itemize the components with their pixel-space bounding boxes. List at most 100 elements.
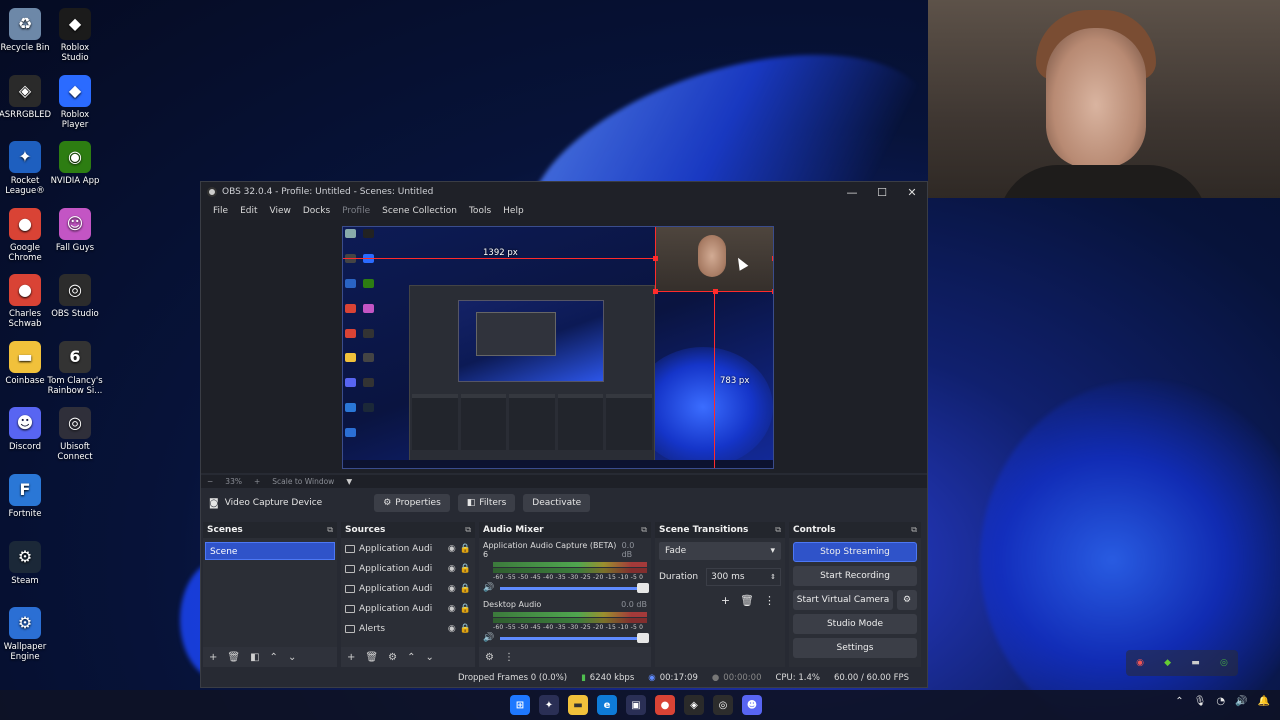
notification-bell-icon[interactable]: 🔔 xyxy=(1258,696,1270,707)
studio-mode-button[interactable]: Studio Mode xyxy=(793,614,917,634)
settings-button[interactable]: Settings xyxy=(793,638,917,658)
desktop-icon[interactable]: ● Google Chrome xyxy=(0,208,53,263)
move-up-icon[interactable]: ⌃ xyxy=(270,652,278,663)
add-icon[interactable]: + xyxy=(347,652,355,663)
lock-icon[interactable]: 🔒 xyxy=(460,604,471,614)
tray-app-icon[interactable]: ◉ xyxy=(1136,658,1144,668)
trash-icon[interactable]: 🗑 xyxy=(740,594,754,607)
close-button[interactable]: ✕ xyxy=(897,186,927,199)
desktop-icon[interactable]: ☺ Fall Guys xyxy=(47,208,103,253)
volume-slider[interactable] xyxy=(500,632,649,643)
zoom-out-button[interactable]: − xyxy=(207,477,213,486)
microphone-icon[interactable]: 🎙 xyxy=(1194,696,1207,707)
edge-icon[interactable]: e xyxy=(597,695,617,715)
discord-icon[interactable]: ☻ xyxy=(742,695,762,715)
eye-icon[interactable]: ◉ xyxy=(448,564,456,574)
lock-icon[interactable]: 🔒 xyxy=(460,544,471,554)
eye-icon[interactable]: ◉ xyxy=(448,584,456,594)
selected-source-box[interactable] xyxy=(653,227,773,294)
maximize-button[interactable]: ☐ xyxy=(867,186,897,199)
eye-icon[interactable]: ◉ xyxy=(448,544,456,554)
chevron-up-icon[interactable]: ⌃ xyxy=(1175,696,1183,707)
transition-select[interactable]: Fade ▾ xyxy=(659,542,781,560)
properties-button[interactable]: ⚙ Properties xyxy=(374,494,450,512)
menu-tools[interactable]: Tools xyxy=(463,206,497,216)
start-windows-icon[interactable]: ⊞ xyxy=(510,695,530,715)
move-down-icon[interactable]: ⌄ xyxy=(288,652,296,663)
menu-edit[interactable]: Edit xyxy=(234,206,263,216)
desktop-icon[interactable]: ♻ Recycle Bin xyxy=(0,8,53,53)
speaker-icon[interactable]: 🔊 xyxy=(483,633,494,643)
gear-icon[interactable]: ⚙ xyxy=(388,652,397,663)
desktop-icon[interactable]: F Fortnite xyxy=(0,474,53,519)
menu-help[interactable]: Help xyxy=(497,206,530,216)
desktop-icon[interactable]: 6 Tom Clancy's Rainbow Si... xyxy=(47,341,103,396)
filters-button[interactable]: ◧ Filters xyxy=(457,494,516,512)
volume-slider[interactable] xyxy=(500,582,649,593)
desktop-icon[interactable]: ◎ OBS Studio xyxy=(47,274,103,319)
duration-input[interactable]: 300 ms ⇕ xyxy=(706,568,781,586)
preview-canvas[interactable]: 1392 px 783 px xyxy=(342,226,774,469)
menu-scene-collection[interactable]: Scene Collection xyxy=(376,206,463,216)
source-item[interactable]: Application Audi ◉ 🔒 xyxy=(341,599,475,619)
undock-icon[interactable]: ⧉ xyxy=(641,525,647,535)
trash-icon[interactable]: 🗑 xyxy=(227,652,240,663)
undock-icon[interactable]: ⧉ xyxy=(911,525,917,535)
source-item[interactable]: Application Audi ◉ 🔒 xyxy=(341,559,475,579)
microsoft-store-icon[interactable]: ▣ xyxy=(626,695,646,715)
filter-icon[interactable]: ◧ xyxy=(250,652,259,663)
undock-icon[interactable]: ⧉ xyxy=(465,525,471,535)
desktop-icon[interactable]: ● Charles Schwab xyxy=(0,274,53,329)
lock-icon[interactable]: 🔒 xyxy=(460,584,471,594)
desktop-icon[interactable]: ☻ Discord xyxy=(0,407,53,452)
start-recording-button[interactable]: Start Recording xyxy=(793,566,917,586)
undock-icon[interactable]: ⧉ xyxy=(775,525,781,535)
desktop-icon[interactable]: ⚙ Steam xyxy=(0,541,53,586)
copilot-icon[interactable]: ✦ xyxy=(539,695,559,715)
menu-file[interactable]: File xyxy=(207,206,234,216)
tray-app-icon[interactable]: ◎ xyxy=(1220,658,1228,668)
move-up-icon[interactable]: ⌃ xyxy=(407,652,415,663)
obs-studio-icon[interactable]: ◎ xyxy=(713,695,733,715)
desktop-icon[interactable]: ◆ Roblox Studio xyxy=(47,8,103,63)
add-icon[interactable]: + xyxy=(721,594,730,607)
lock-icon[interactable]: 🔒 xyxy=(460,564,471,574)
desktop-icon[interactable]: ✦ Rocket League® xyxy=(0,141,53,196)
trash-icon[interactable]: 🗑 xyxy=(365,652,378,663)
virtual-camera-settings-icon[interactable]: ⚙ xyxy=(897,590,917,610)
move-down-icon[interactable]: ⌄ xyxy=(425,652,433,663)
more-options-icon[interactable]: ⋮ xyxy=(764,594,775,607)
minimize-button[interactable]: — xyxy=(837,186,867,199)
desktop-icon[interactable]: ⚙ Wallpaper Engine xyxy=(0,607,53,662)
speaker-icon[interactable]: 🔊 xyxy=(483,583,494,593)
start-virtual-camera-button[interactable]: Start Virtual Camera xyxy=(793,590,893,610)
source-item[interactable]: Application Audi ◉ 🔒 xyxy=(341,539,475,559)
desktop-icon[interactable]: ◎ Ubisoft Connect xyxy=(47,407,103,462)
desktop-icon[interactable]: ▬ Coinbase xyxy=(0,341,53,386)
eye-icon[interactable]: ◉ xyxy=(448,604,456,614)
nvidia-tray-icon[interactable]: ◆ xyxy=(1164,658,1171,668)
desktop-icon[interactable]: ◈ ASRRGBLED xyxy=(0,75,53,120)
chevron-down-icon[interactable]: ▼ xyxy=(346,477,352,486)
menu-docks[interactable]: Docks xyxy=(297,206,336,216)
advanced-audio-icon[interactable]: ⚙ xyxy=(485,652,494,663)
more-options-icon[interactable]: ⋮ xyxy=(504,652,514,663)
tray-app-icon[interactable]: ▬ xyxy=(1191,658,1200,668)
chrome-icon[interactable]: ● xyxy=(655,695,675,715)
scene-item[interactable]: Scene xyxy=(205,542,335,560)
desktop-icon[interactable]: ◆ Roblox Player xyxy=(47,75,103,130)
volume-icon[interactable]: 🔊 xyxy=(1235,696,1247,707)
wifi-icon[interactable]: ◔ xyxy=(1216,696,1225,707)
source-item[interactable]: Application Audi ◉ 🔒 xyxy=(341,579,475,599)
desktop-icon[interactable]: ◉ NVIDIA App xyxy=(47,141,103,186)
add-icon[interactable]: + xyxy=(209,652,217,663)
deactivate-button[interactable]: Deactivate xyxy=(523,494,591,512)
lock-icon[interactable]: 🔒 xyxy=(460,624,471,634)
stop-streaming-button[interactable]: Stop Streaming xyxy=(793,542,917,562)
eye-icon[interactable]: ◉ xyxy=(448,624,456,634)
scale-to-window[interactable]: Scale to Window xyxy=(272,477,334,486)
source-item[interactable]: Alerts ◉ 🔒 xyxy=(341,619,475,639)
file-explorer-icon[interactable]: ▬ xyxy=(568,695,588,715)
menu-profile[interactable]: Profile xyxy=(336,206,376,216)
ai-app-icon[interactable]: ◈ xyxy=(684,695,704,715)
